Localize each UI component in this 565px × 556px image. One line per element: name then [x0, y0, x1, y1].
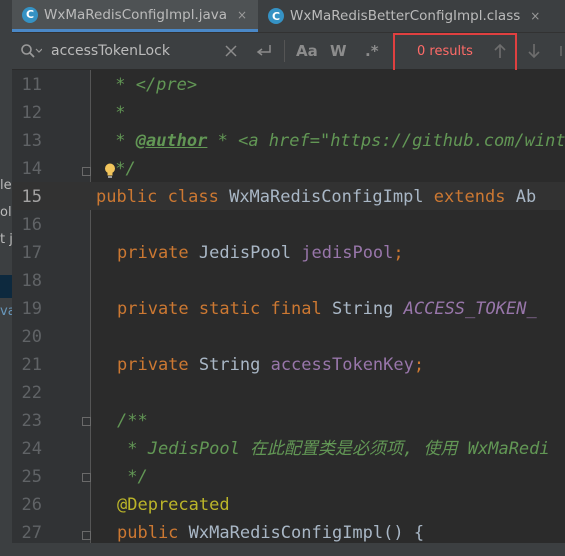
keyword: private static final	[117, 299, 322, 319]
code-line: private String accessTokenKey;	[117, 355, 425, 375]
line-number: 21	[21, 355, 42, 375]
line-number: 14	[21, 159, 42, 179]
line-number: 26	[21, 495, 42, 515]
project-tree-fragment[interactable]: va	[0, 304, 12, 319]
search-input[interactable]: accessTokenLock	[51, 33, 170, 69]
line-number: 19	[21, 299, 42, 319]
fold-marker-icon[interactable]	[82, 167, 91, 176]
java-class-icon: C	[22, 6, 38, 23]
project-tree-fragment[interactable]: le	[0, 178, 12, 193]
project-tree-fragment[interactable]: t ja	[0, 232, 12, 247]
whole-words-toggle[interactable]: W	[330, 33, 347, 69]
code-line: @Deprecated	[117, 495, 230, 515]
javadoc-tag: @author	[135, 131, 208, 151]
code-line: private static final String ACCESS_TOKEN…	[117, 295, 537, 323]
results-highlight-box	[393, 33, 517, 75]
code-line: public class WxMaRedisConfigImpl extends…	[96, 183, 536, 211]
line-number: 24	[21, 439, 42, 459]
line-number: 22	[21, 383, 42, 403]
code-text: * <a href="https://github.com/wint	[207, 131, 565, 151]
clear-search-icon[interactable]	[225, 33, 237, 69]
keyword: public	[117, 523, 179, 543]
code-text: Ab	[515, 187, 537, 207]
code-line: * @author * <a href="https://github.com/…	[105, 131, 565, 151]
regex-label: .*	[365, 42, 379, 60]
keyword: public class	[96, 187, 219, 207]
tab-label: WxMaRedisConfigImpl.java	[44, 6, 228, 23]
line-number: 23	[21, 411, 42, 431]
keyword: extends	[433, 187, 506, 207]
line-number: 15	[21, 187, 42, 207]
type-name: String	[331, 299, 394, 319]
fold-marker-icon[interactable]	[82, 417, 91, 426]
newline-icon[interactable]	[255, 33, 273, 69]
match-case-label: Aa	[296, 42, 318, 60]
code-line: private JedisPool jedisPool;	[117, 243, 404, 263]
search-history-icon[interactable]	[20, 33, 42, 69]
class-name: WxMaRedisConfigImpl	[229, 187, 424, 207]
whole-words-label: W	[330, 42, 347, 60]
search-query-text: accessTokenLock	[51, 43, 170, 59]
ide-window: le oll t ja va C WxMaRedisConfigImpl.jav…	[0, 0, 565, 556]
next-occurrence-icon[interactable]	[527, 33, 541, 69]
line-number: 12	[21, 103, 42, 123]
code-line: /**	[117, 411, 148, 431]
type-name: String	[198, 355, 261, 375]
project-tree-selection[interactable]	[0, 275, 12, 298]
regex-toggle[interactable]: .*	[365, 33, 379, 69]
tab-wxmarediscofigimpl-java[interactable]: C WxMaRedisConfigImpl.java ×	[12, 0, 258, 32]
line-number: 13	[21, 131, 42, 151]
divider	[284, 40, 285, 62]
close-icon[interactable]: ×	[237, 8, 247, 22]
tab-label: WxMaRedisBetterConfigImpl.class	[290, 8, 521, 24]
keyword: private	[117, 355, 189, 375]
line-number: 11	[21, 75, 42, 95]
close-icon[interactable]: ×	[530, 9, 540, 23]
type-name: JedisPool	[198, 243, 292, 263]
code-line: */	[105, 159, 136, 179]
code-line: *	[105, 103, 126, 123]
field-name: jedisPool	[301, 243, 394, 263]
line-number: 17	[21, 243, 42, 263]
fold-marker-icon[interactable]	[82, 531, 91, 540]
code-line: * JedisPool 在此配置类是必须项, 使用 WxMaRedi	[117, 439, 550, 459]
line-number: 25	[21, 467, 42, 487]
constructor-name: WxMaRedisConfigImpl() {	[188, 523, 425, 543]
keyword: private	[117, 243, 189, 263]
code-line: * </pre>	[105, 75, 198, 95]
fold-marker-icon[interactable]	[82, 473, 91, 482]
line-number: 18	[21, 271, 42, 291]
editor-bottom-edge	[12, 543, 565, 556]
field-name: accessTokenKey	[270, 355, 414, 375]
filter-search-results-icon[interactable]	[557, 33, 565, 69]
line-number: 16	[21, 215, 42, 235]
project-tree-fragment[interactable]: oll	[0, 205, 12, 220]
code-line: */	[117, 467, 148, 487]
line-number: 20	[21, 327, 42, 347]
match-case-toggle[interactable]: Aa	[296, 33, 318, 69]
editor-tab-bar: C WxMaRedisConfigImpl.java × C WxMaRedis…	[12, 0, 565, 33]
constant-name: ACCESS_TOKEN_	[403, 299, 537, 319]
java-class-icon: C	[268, 8, 284, 24]
tab-wxmaredisbetterconfigimpl-class[interactable]: C WxMaRedisBetterConfigImpl.class ×	[264, 0, 540, 32]
project-panel[interactable]: le oll t ja va	[0, 0, 12, 556]
